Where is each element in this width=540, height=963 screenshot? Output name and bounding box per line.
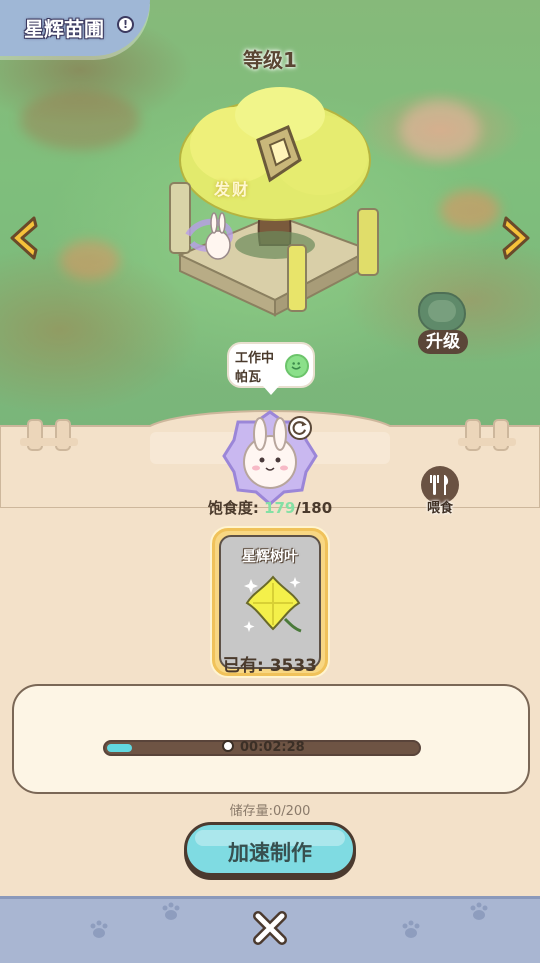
product-name: 星辉树叶 [242,549,298,565]
worker-name: 帕瓦 [235,370,262,385]
satiety-max: /180 [295,499,333,517]
satiety-label: 饱食度: [207,499,259,517]
starlight-leaf-icon [243,575,302,633]
close-icon[interactable] [252,910,288,946]
scenery-blob [400,100,480,160]
clock-icon [222,740,234,752]
paw-icon [402,920,420,938]
production-timer: 00:02:28 [222,738,305,758]
previous-arrow-icon[interactable] [6,212,40,264]
status-text: 工作中 [235,351,275,366]
feed-label: 喂食 [426,501,453,516]
production-progress-fill [107,744,132,752]
refresh-icon[interactable] [288,416,312,440]
area-title: 星辉苗圃 [24,17,104,41]
storage-label: 储存量:0/200 [229,804,311,819]
satiety-current: 179 [264,499,296,517]
next-arrow-icon[interactable] [500,212,534,264]
paw-icon [162,902,180,920]
speed-up-label: 加速制作 [228,841,312,865]
paw-icon [90,920,108,938]
scenery-blob [20,90,140,150]
scenery-blob [60,240,120,280]
owned-count: 已有: 3533 [222,656,318,676]
speed-up-button[interactable]: 加速制作 [184,822,356,876]
feed-button[interactable]: 喂食 [418,464,462,516]
smile-icon [285,354,309,378]
info-icon[interactable]: ! [117,16,134,33]
worker-status-bubble: 工作中 帕瓦 [227,342,315,395]
scenery-blob [440,190,500,230]
paw-icon [470,902,488,920]
tree-sign-text: 发财 [214,180,251,199]
level-label: 等级1 [243,48,297,72]
upgrade-label: 升级 [418,330,468,354]
product-card[interactable]: 星辉树叶 已有: 3533 [212,528,328,676]
timer-text: 00:02:28 [240,740,305,755]
starlight-tree-shrine[interactable] [160,85,390,320]
upgrade-icon [418,292,466,332]
upgrade-button[interactable]: 升级 [412,290,472,362]
